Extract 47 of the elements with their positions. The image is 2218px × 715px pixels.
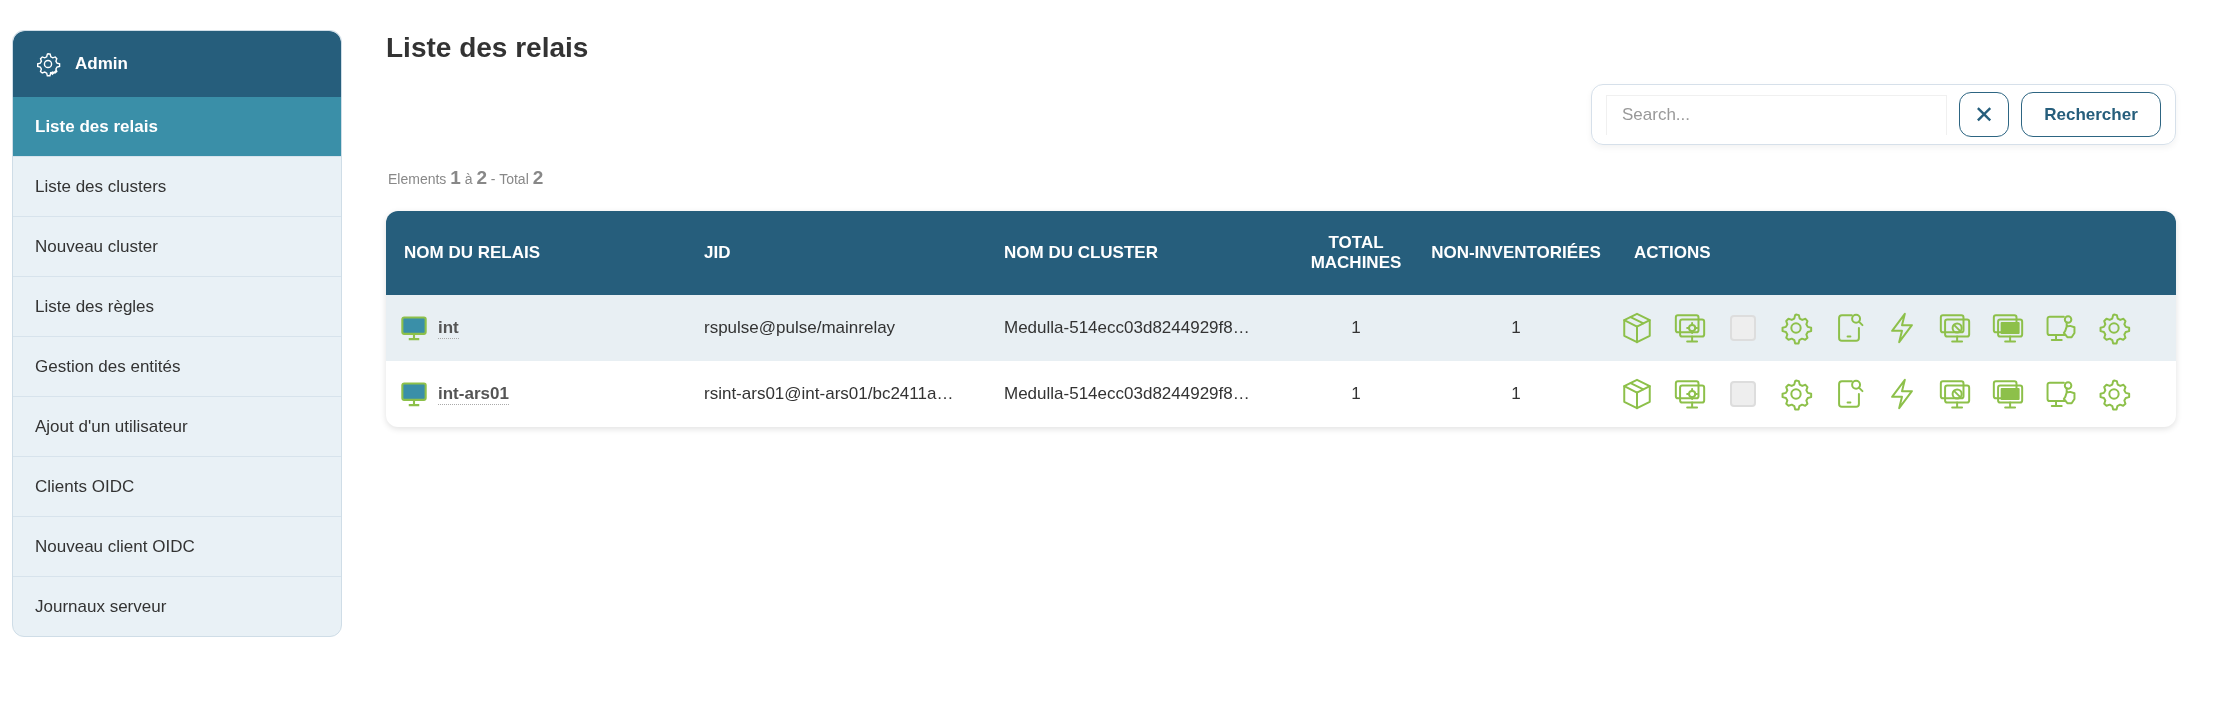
cube-icon[interactable] — [1620, 311, 1654, 345]
table-cell-text: rspulse@pulse/mainrelay — [703, 318, 897, 338]
column-header: NOM DU RELAIS — [403, 243, 541, 263]
cube-icon[interactable] — [1620, 377, 1654, 411]
monitor-ban-icon[interactable] — [1938, 377, 1972, 411]
relay-name-link[interactable]: int — [438, 317, 459, 339]
table-cell-text: Medulla-514ecc03d8244929f8… — [1003, 318, 1251, 338]
sidebar-item[interactable]: Liste des règles — [13, 276, 341, 336]
monitors-icon[interactable] — [1991, 377, 2025, 411]
sidebar-item[interactable]: Nouveau client OIDC — [13, 516, 341, 576]
sidebar-item[interactable]: Gestion des entités — [13, 336, 341, 396]
gear-icon[interactable] — [1779, 377, 1813, 411]
table-cell-text: 1 — [1350, 384, 1362, 404]
search-field[interactable]: Search... — [1606, 94, 1947, 135]
column-header: TOTAL MACHINES — [1309, 233, 1403, 273]
monitor-ban-icon[interactable] — [1938, 311, 1972, 345]
gear-check-icon — [35, 51, 61, 77]
sidebar-item[interactable]: Nouveau cluster — [13, 216, 341, 276]
column-header: JID — [703, 243, 732, 263]
relay-name-link[interactable]: int-ars01 — [438, 383, 509, 405]
column-header: NOM DU CLUSTER — [1003, 243, 1159, 263]
checkbox[interactable] — [1730, 381, 1756, 407]
sidebar-item[interactable]: Journaux serveur — [13, 576, 341, 636]
table-cell-text: 1 — [1350, 318, 1362, 338]
table-cell-text: rsint-ars01@int-ars01/bc2411a… — [703, 384, 955, 404]
monitors-icon[interactable] — [1991, 311, 2025, 345]
page-title: Liste des relais — [386, 32, 590, 64]
table-cell-text: 1 — [1510, 384, 1522, 404]
clear-button[interactable]: ✕ — [1959, 92, 2009, 137]
pagination-info: Elements 1 à 2 - Total 2 — [388, 167, 545, 189]
search-button[interactable]: Rechercher — [2021, 92, 2161, 137]
gear-icon[interactable] — [2097, 311, 2131, 345]
column-header: ACTIONS — [1633, 243, 1712, 263]
gear-icon[interactable] — [1779, 311, 1813, 345]
monitor-gear-icon[interactable] — [1673, 377, 1707, 411]
monitor-gear-icon[interactable] — [1673, 311, 1707, 345]
sidebar-item[interactable]: Ajout d'un utilisateur — [13, 396, 341, 456]
table-cell-text: Medulla-514ecc03d8244929f8… — [1003, 384, 1251, 404]
gear-icon[interactable] — [2097, 377, 2131, 411]
column-header: NON-INVENTORIÉES — [1430, 243, 1602, 263]
sidebar-item[interactable]: Liste des relais — [13, 97, 341, 156]
sidebar-title: Admin — [75, 54, 128, 74]
sidebar-item[interactable]: Liste des clusters — [13, 156, 341, 216]
sidebar-item[interactable]: Clients OIDC — [13, 456, 341, 516]
monitor-icon — [400, 380, 428, 408]
table-cell-text: 1 — [1510, 318, 1522, 338]
monitor-icon — [400, 314, 428, 342]
